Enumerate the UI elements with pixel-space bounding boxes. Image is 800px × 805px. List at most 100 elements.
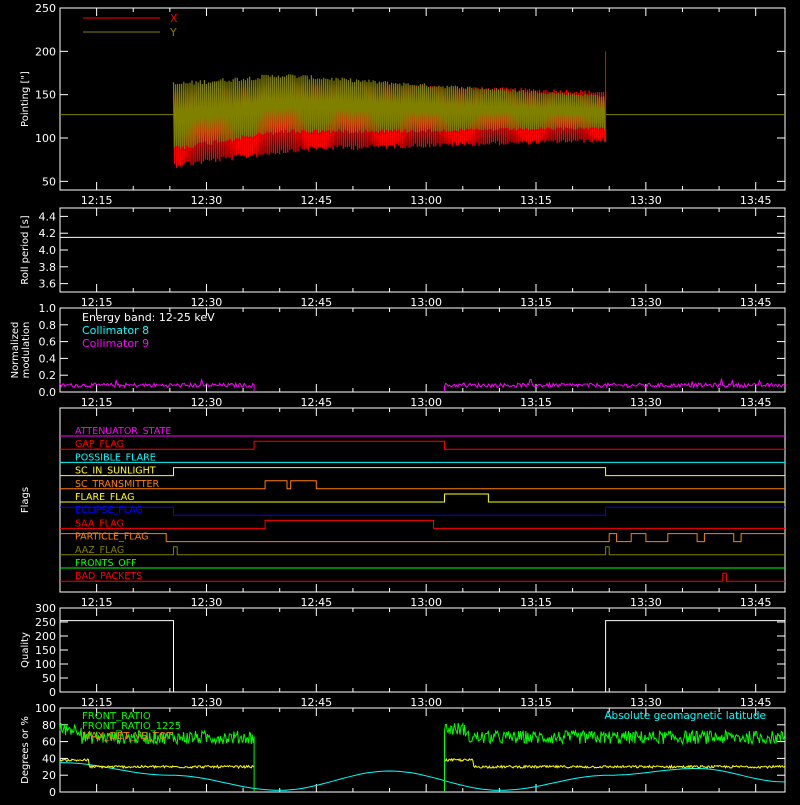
modulation-ytick-label: 0.6	[39, 336, 57, 349]
roll-ytick-label: 4.4	[39, 210, 57, 223]
flags-tick-label: 12:45	[300, 596, 332, 609]
flag-label: PARTICLE_FLAG	[75, 532, 148, 543]
flag-line-sc-transmitter	[60, 480, 785, 490]
flag-line-flare-flag	[60, 493, 785, 503]
quality-tick-label: 13:30	[630, 696, 662, 709]
quality-tick-label: 13:00	[410, 696, 442, 709]
ratios-ytick-label: 20	[42, 769, 56, 782]
pointing-ytick-label: 250	[35, 2, 56, 15]
modulation-collimator9-series	[444, 378, 786, 392]
roll-frame	[59, 207, 786, 293]
modulation-tick-label: 13:00	[410, 396, 442, 409]
quality-ytick-label: 250	[35, 616, 56, 629]
roll-tick-label: 13:45	[740, 296, 772, 309]
flag-line-saa-flag	[60, 519, 785, 529]
flag-label: BAD_PACKETS	[75, 571, 142, 582]
flags-tick-label: 13:30	[630, 596, 662, 609]
pointing-tick-label: 12:45	[300, 194, 332, 207]
flag-label: AAZ_FLAG	[75, 545, 124, 556]
quality-ytick-label: 200	[35, 630, 56, 643]
flags-tick-label: 13:15	[520, 596, 552, 609]
pointing-ytick-label: 200	[35, 45, 56, 58]
flag-line-gap-flag	[60, 440, 785, 450]
modulation-ytick-label: 0.8	[39, 319, 57, 332]
flag-label: ATTENUATOR_STATE	[75, 426, 171, 437]
modulation-ylabel: Normalized	[10, 322, 21, 379]
ratios-ylabel: Degrees or %	[20, 716, 31, 784]
flag-label: FLARE_FLAG	[75, 492, 135, 503]
modulation-ylabel: modulation	[21, 322, 32, 379]
flag-line-eclipse-flag	[60, 506, 785, 516]
pointing-tick-label: 13:30	[630, 194, 662, 207]
quicklook-figure: 12:15 12:30 12:45 13:00 13:15 13:30 13:45 50 100…	[0, 0, 800, 800]
flags-tick-label: 12:15	[81, 596, 113, 609]
modulation-ytick-label: 0.2	[39, 369, 57, 382]
roll-ytick-label: 3.6	[39, 278, 57, 291]
quality-ytick-label: 100	[35, 658, 56, 671]
ratios-maxdet-series	[444, 757, 786, 770]
quality-ytick-label: 50	[42, 672, 56, 685]
modulation-tick-label: 12:45	[300, 396, 332, 409]
roll-tick-label: 13:15	[520, 296, 552, 309]
modulation-ytick-label: 1.0	[39, 302, 57, 315]
roll-tick-label: 13:00	[410, 296, 442, 309]
ratios-ytick-label: 40	[42, 752, 56, 765]
pointing-tick-label: 13:45	[740, 194, 772, 207]
modulation-tick-label: 12:15	[81, 396, 113, 409]
ratios-front-series	[444, 722, 786, 792]
modulation-tick-label: 13:45	[740, 396, 772, 409]
pointing-ytick-label: 150	[35, 89, 56, 102]
pointing-ylabel: Pointing ["]	[20, 71, 31, 127]
modulation-legend-item: Collimator 9	[82, 337, 149, 350]
chart-svg: 12:15 12:30 12:45 13:00 13:15 13:30 13:4550100…	[10, 2, 786, 799]
quality-line	[60, 620, 785, 693]
quality-tick-label: 12:45	[300, 696, 332, 709]
quality-ytick-label: 150	[35, 644, 56, 657]
flags-tick-label: 12:30	[191, 596, 223, 609]
flags-tick-label: 13:00	[410, 596, 442, 609]
ratios-ytick-label: 0	[49, 786, 56, 799]
quality-tick-label: 12:30	[191, 696, 223, 709]
roll-ytick-label: 4.2	[39, 227, 57, 240]
flag-line-aaz-flag	[60, 546, 785, 556]
flag-label: GAP_FLAG	[75, 439, 124, 450]
roll-ytick-label: 3.8	[39, 261, 57, 274]
pointing-ytick-label: 50	[42, 175, 56, 188]
quality-ytick-label: 300	[35, 602, 56, 615]
flag-line-bad-packets	[60, 572, 785, 582]
quality-ylabel: Quality	[20, 632, 31, 668]
quality-tick-label: 13:15	[520, 696, 552, 709]
pointing-tick-label: 13:15	[520, 194, 552, 207]
ratios-ytick-label: 60	[42, 736, 56, 749]
flags-ylabel: Flags	[20, 487, 31, 513]
ratios-ytick-label: 80	[42, 719, 56, 732]
quality-tick-label: 12:15	[81, 696, 113, 709]
roll-tick-label: 12:45	[300, 296, 332, 309]
pointing-tick-label: 13:00	[410, 194, 442, 207]
roll-ytick-label: 4.0	[39, 244, 57, 257]
flag-label: POSSIBLE_FLARE	[75, 452, 156, 463]
roll-ylabel: Roll period [s]	[20, 215, 31, 284]
quality-ytick-label: 0	[49, 686, 56, 699]
flag-label: SC_IN_SUNLIGHT	[75, 466, 156, 477]
modulation-legend-item: Energy band: 12-25 keV	[82, 311, 215, 324]
flag-label: SC_TRANSMITTER	[75, 479, 160, 490]
roll-tick-label: 12:30	[191, 296, 223, 309]
modulation-legend-item: Collimator 8	[82, 324, 149, 337]
roll-tick-label: 12:15	[81, 296, 113, 309]
modulation-tick-label: 13:15	[520, 396, 552, 409]
ratios-legend-item: MAX_DET_VS_TOT	[82, 731, 174, 742]
flags-tick-label: 13:45	[740, 596, 772, 609]
ratios-maxdet-series	[59, 758, 255, 770]
modulation-tick-label: 13:30	[630, 396, 662, 409]
modulation-collimator9-series	[59, 377, 255, 392]
flag-label: SAA_FLAG	[75, 518, 124, 529]
flag-line-particle-flag	[60, 533, 785, 543]
ratios-right-label: Absolute geomagnetic latitude	[604, 710, 766, 722]
ratios-ytick-label: 100	[35, 702, 56, 715]
pointing-legend-y: Y	[169, 26, 177, 39]
modulation-ytick-label: 0.4	[39, 352, 57, 365]
flag-label: FRONTS_OFF	[75, 558, 137, 569]
pointing-ytick-label: 100	[35, 132, 56, 145]
flag-line-sc-in-sunlight	[60, 467, 785, 477]
